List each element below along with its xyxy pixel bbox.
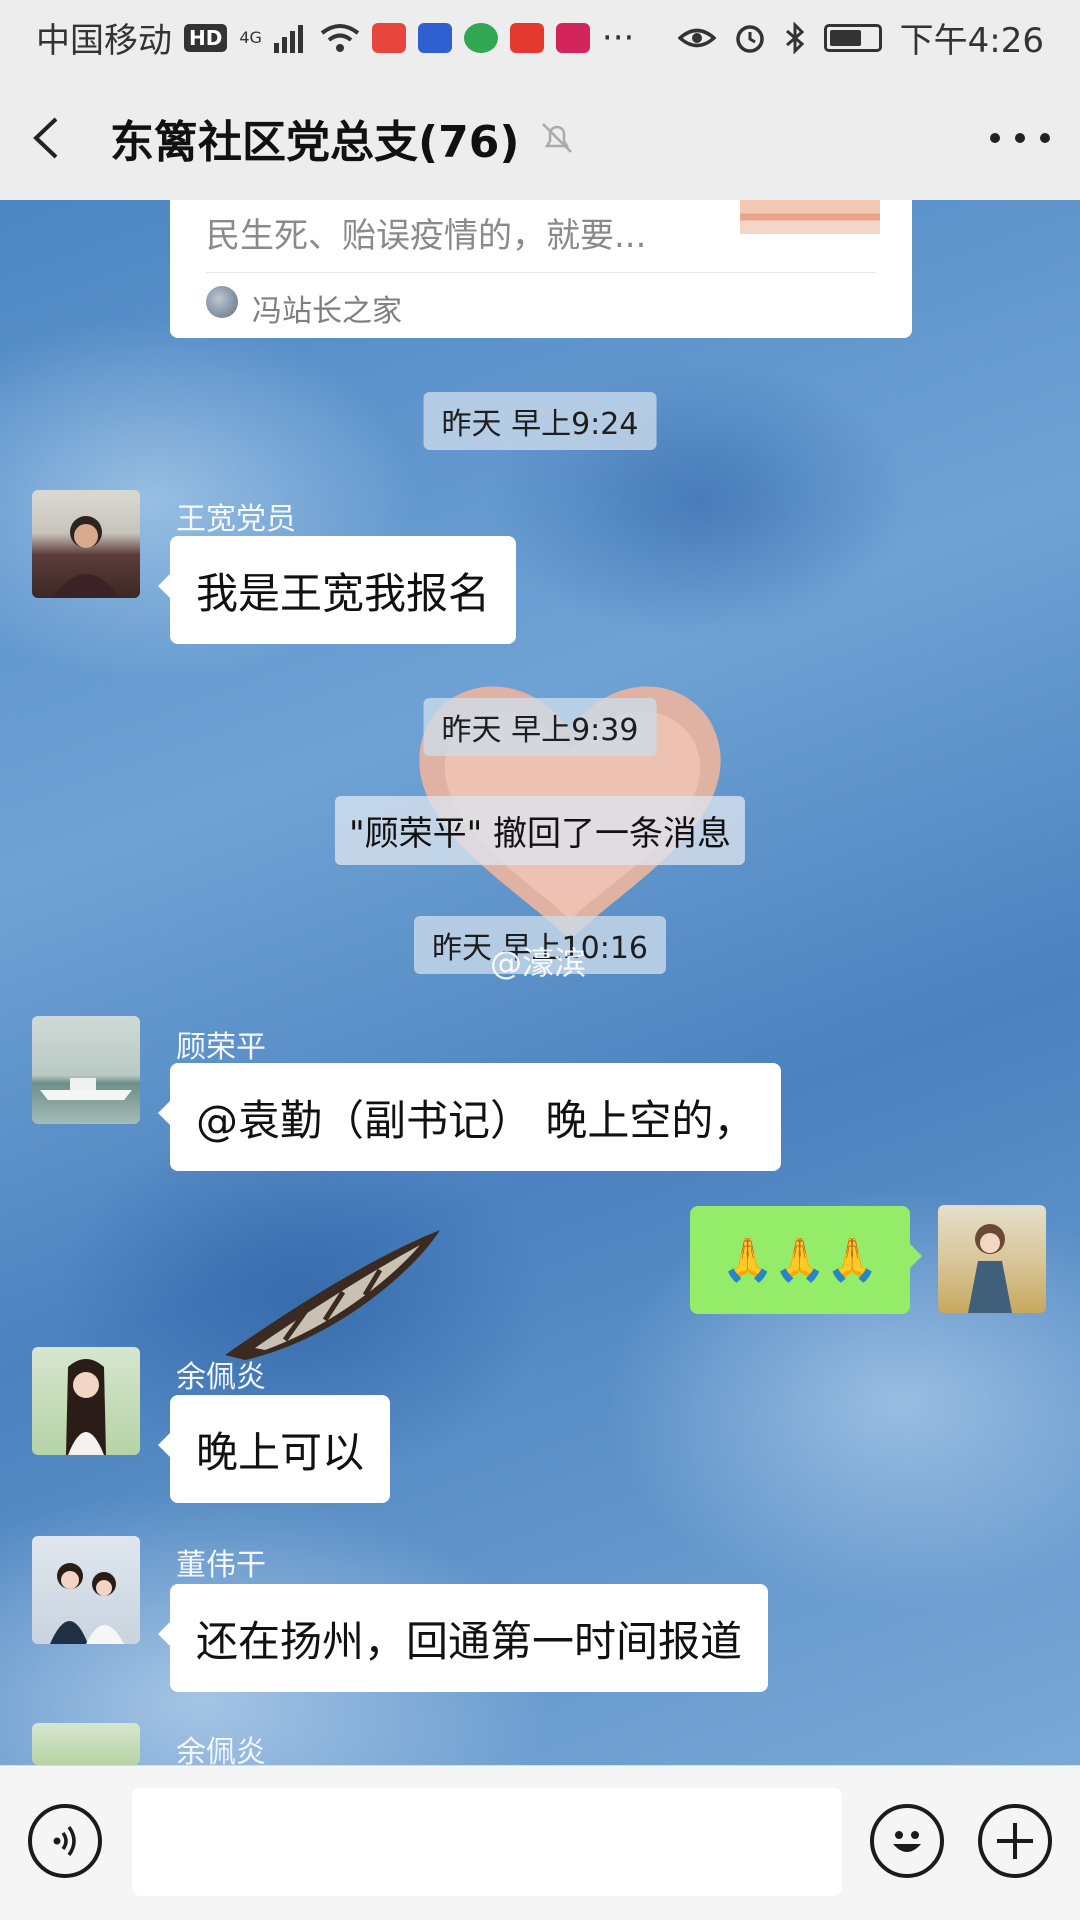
avatar-yu[interactable]: [32, 1723, 140, 1765]
link-divider: [206, 272, 876, 273]
avatar-me[interactable]: [938, 1205, 1046, 1313]
add-attachment-button[interactable]: [978, 1804, 1052, 1878]
bluetooth-icon: [785, 21, 804, 54]
my-message-bubble[interactable]: 🙏🙏🙏: [690, 1206, 922, 1314]
avatar-yu[interactable]: [32, 1347, 140, 1455]
avatar-gu[interactable]: [32, 1016, 140, 1124]
source-avatar-icon: [206, 286, 238, 318]
plus-icon: [997, 1823, 1033, 1859]
timestamp: 昨天 早上9:39: [423, 698, 657, 756]
girl-icon: [968, 1224, 1012, 1313]
sender-name: 余佩炎: [176, 1360, 266, 1395]
link-thumbnail: [740, 200, 880, 234]
sender-name: 顾荣平: [176, 1030, 266, 1065]
more-notifications-label: ···: [601, 17, 635, 58]
carrier-label: 中国移动: [36, 21, 172, 61]
woman-icon: [66, 1359, 106, 1455]
eye-icon: [677, 28, 716, 47]
link-preview-text: 民生死、贻误疫情的，就要...: [206, 216, 647, 256]
hd-badge: HD: [184, 23, 228, 52]
voice-input-button[interactable]: [28, 1804, 102, 1878]
message-bubble[interactable]: 我是王宽我报名: [157, 536, 517, 644]
chat-title: 东篱社区党总支(76): [110, 116, 520, 168]
watermark: @濠滨: [490, 944, 587, 982]
browser-icon: [463, 22, 498, 53]
ship-icon: [40, 1078, 132, 1100]
battery-icon: [823, 23, 882, 52]
status-bar: 中国移动 HD 4G ··· 下午4:26: [0, 0, 1080, 75]
link-card[interactable]: 民生死、贻误疫情的，就要... 冯站长之家: [170, 200, 912, 338]
status-time: 下午4:26: [899, 21, 1044, 61]
emoji-button[interactable]: [870, 1804, 944, 1878]
recall-notice: "顾荣平" 撤回了一条消息: [334, 796, 746, 865]
person-icon: [52, 516, 120, 598]
avatar-wang[interactable]: [32, 490, 140, 598]
video-icon: [555, 22, 590, 53]
children-icon: [50, 1563, 124, 1644]
avatar-dong[interactable]: [32, 1536, 140, 1644]
alarm-icon: [735, 24, 764, 53]
message-bubble[interactable]: 还在扬州，回通第一时间报道: [157, 1584, 769, 1692]
mute-bell-icon: [542, 122, 573, 153]
message-input[interactable]: [132, 1788, 842, 1896]
voice-icon: [53, 1825, 76, 1857]
smiley-icon: [893, 1831, 921, 1852]
signal-icon: [273, 24, 303, 53]
input-bar: [0, 1765, 1080, 1920]
title-bar: 东篱社区党总支(76): [0, 75, 1080, 200]
boat-image: [225, 1230, 440, 1360]
link-source-name: 冯站长之家: [252, 294, 402, 329]
message-bubble[interactable]: 晚上可以: [157, 1395, 391, 1503]
toutiao-icon: [509, 22, 544, 53]
more-options-icon[interactable]: [990, 128, 1050, 148]
wifi-icon: [320, 23, 360, 52]
timestamp: 昨天 早上9:24: [423, 392, 657, 450]
network-label: 4G: [239, 28, 262, 47]
sender-name: 董伟干: [176, 1548, 266, 1583]
message-bubble[interactable]: @袁勤（副书记） 晚上空的，: [157, 1063, 782, 1171]
maps-icon: [371, 22, 406, 53]
baidu-icon: [417, 22, 452, 53]
back-icon[interactable]: [30, 116, 74, 160]
sender-name: 王宽党员: [176, 502, 296, 537]
